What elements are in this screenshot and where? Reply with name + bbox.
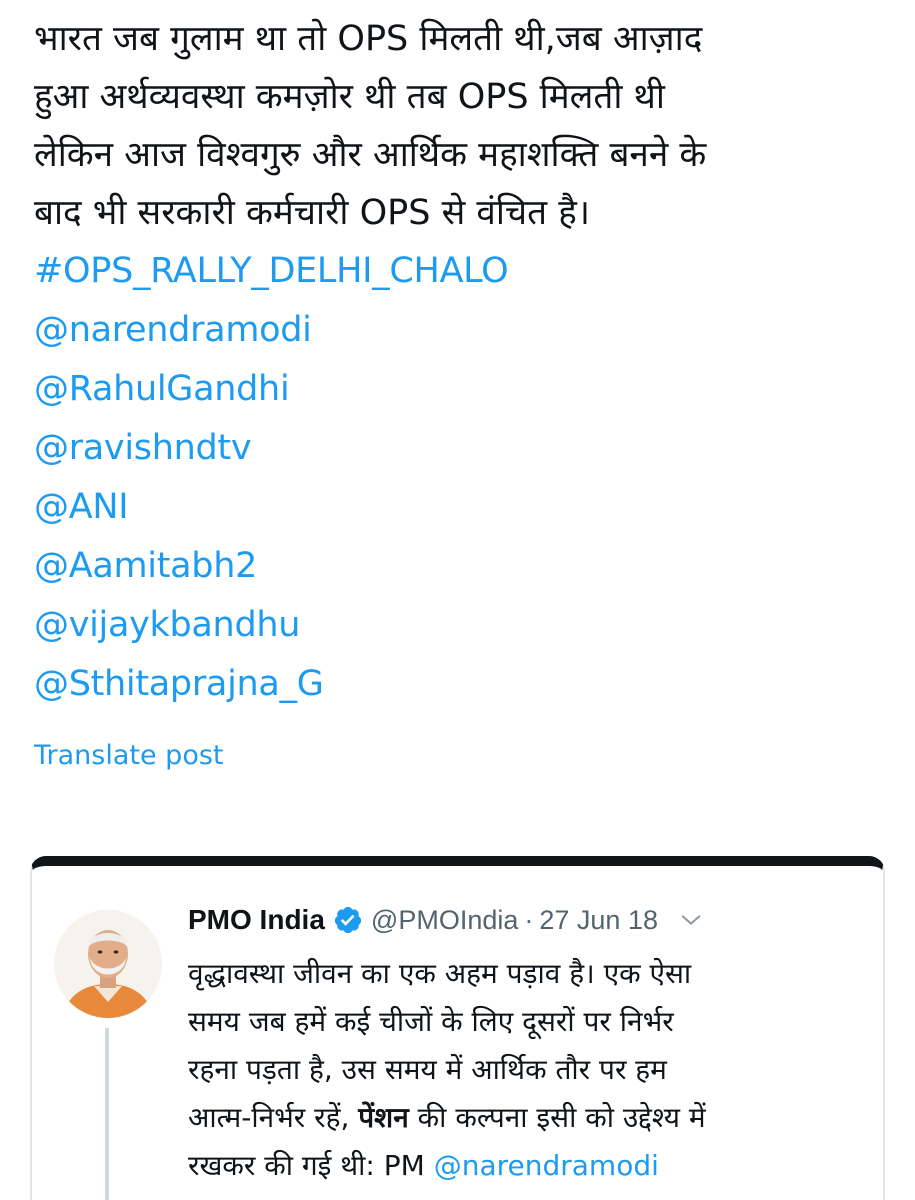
mention-link[interactable]: @vijaykbandhu [34,596,894,655]
post-text: भारत जब गुलाम था तो OPS मिलती थी,जब आज़ा… [34,19,707,233]
tag-list: #OPS_RALLY_DELHI_CHALO @narendramodi @Ra… [34,242,894,714]
avatar[interactable] [54,910,162,1018]
chevron-down-icon[interactable] [680,909,702,931]
mention-link[interactable]: @ANI [34,478,894,537]
hashtag-link[interactable]: #OPS_RALLY_DELHI_CHALO [34,242,894,301]
author-name[interactable]: PMO India [188,904,325,936]
mention-link[interactable]: @Sthitaprajna_G [34,655,894,714]
quoted-tweet-card[interactable]: PMO India @PMOIndia · 27 Jun 18 वृद्धावस… [30,856,885,1200]
quoted-text-bold: पेंशन [358,1101,409,1134]
thread-line [105,1028,109,1200]
mention-link[interactable]: @narendramodi [434,1149,659,1182]
quoted-tweet-content: PMO India @PMOIndia · 27 Jun 18 वृद्धावस… [188,898,868,1190]
quoted-tweet-header: PMO India @PMOIndia · 27 Jun 18 [188,898,868,942]
mention-link[interactable]: @Aamitabh2 [34,537,894,596]
quoted-tweet-text: वृद्धावस्था जीवन का एक अहम पड़ाव है। एक … [188,950,868,1190]
post: भारत जब गुलाम था तो OPS मिलती थी,जब आज़ा… [34,10,894,771]
mention-link[interactable]: @narendramodi [34,301,894,360]
mention-link[interactable]: @ravishndtv [34,419,894,478]
translate-post-link[interactable]: Translate post [34,740,894,771]
author-handle[interactable]: @PMOIndia [371,905,518,936]
verified-badge-icon [334,906,362,934]
separator: · [524,904,534,935]
tweet-date[interactable]: 27 Jun 18 [539,905,658,936]
mention-link[interactable]: @RahulGandhi [34,360,894,419]
